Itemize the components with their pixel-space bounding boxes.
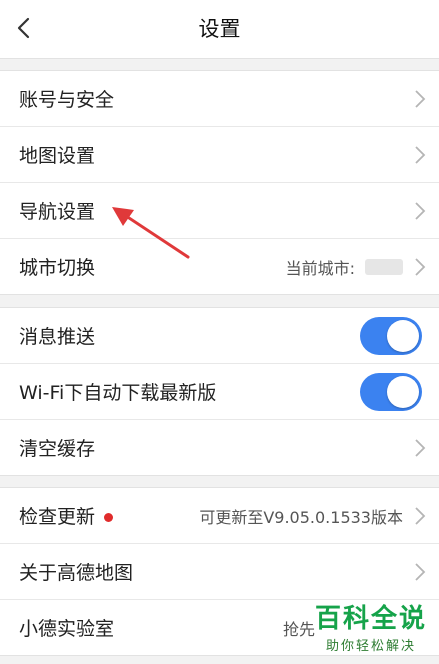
row-label: 账号与安全 <box>19 89 115 111</box>
clear-cache-item[interactable]: 清空缓存 <box>0 420 439 475</box>
account-security-item[interactable]: 账号与安全 <box>0 71 439 127</box>
navigation-settings-item[interactable]: 导航设置 <box>0 183 439 239</box>
about-amap-item[interactable]: 关于高德地图 <box>0 544 439 600</box>
map-settings-item[interactable]: 地图设置 <box>0 127 439 183</box>
chevron-right-icon <box>415 258 426 276</box>
city-value-blurred <box>365 258 403 275</box>
settings-group-general: 消息推送 Wi-Fi下自动下载最新版 清空缓存 <box>0 307 439 476</box>
chevron-right-icon <box>415 563 426 581</box>
row-label: 消息推送 <box>19 326 96 348</box>
toggle-knob <box>387 320 419 352</box>
city-switch-item[interactable]: 城市切换 当前城市: <box>0 239 439 294</box>
chevron-right-icon <box>415 146 426 164</box>
chevron-right-icon <box>415 202 426 220</box>
row-label: 小德实验室 <box>19 618 115 640</box>
annotation-arrow-icon <box>112 207 190 259</box>
wifi-auto-download-item: Wi-Fi下自动下载最新版 <box>0 364 439 420</box>
row-label: 导航设置 <box>19 201 96 223</box>
row-label: 地图设置 <box>19 145 96 167</box>
update-badge <box>104 513 113 522</box>
toggle-knob <box>387 376 419 408</box>
chevron-right-icon <box>415 507 426 525</box>
lab-value-text: 抢先 <box>282 619 315 639</box>
watermark-subtitle: 助你轻松解决 <box>325 639 416 654</box>
settings-group-account: 账号与安全 地图设置 导航设置 城市切换 当前城市: <box>0 70 439 295</box>
row-label: 关于高德地图 <box>19 562 134 584</box>
row-label: Wi-Fi下自动下载最新版 <box>19 382 217 404</box>
row-label: 城市切换 <box>19 257 96 279</box>
chevron-right-icon <box>415 90 426 108</box>
push-notification-item: 消息推送 <box>0 308 439 364</box>
watermark: 百科全说 助你轻松解决 <box>315 598 427 654</box>
update-version-text: 可更新至V9.05.0.1533版本 <box>199 507 403 527</box>
row-label: 检查更新 <box>19 506 96 528</box>
wifi-auto-download-toggle[interactable] <box>360 373 422 411</box>
header-bar: 设置 <box>0 0 439 59</box>
watermark-title: 百科全说 <box>314 604 427 634</box>
check-update-item[interactable]: 检查更新 可更新至V9.05.0.1533版本 <box>0 488 439 544</box>
row-label: 清空缓存 <box>19 438 96 460</box>
chevron-right-icon <box>415 439 426 457</box>
current-city-label: 当前城市: <box>285 258 355 278</box>
page-title: 设置 <box>198 17 241 41</box>
push-notification-toggle[interactable] <box>360 317 422 355</box>
